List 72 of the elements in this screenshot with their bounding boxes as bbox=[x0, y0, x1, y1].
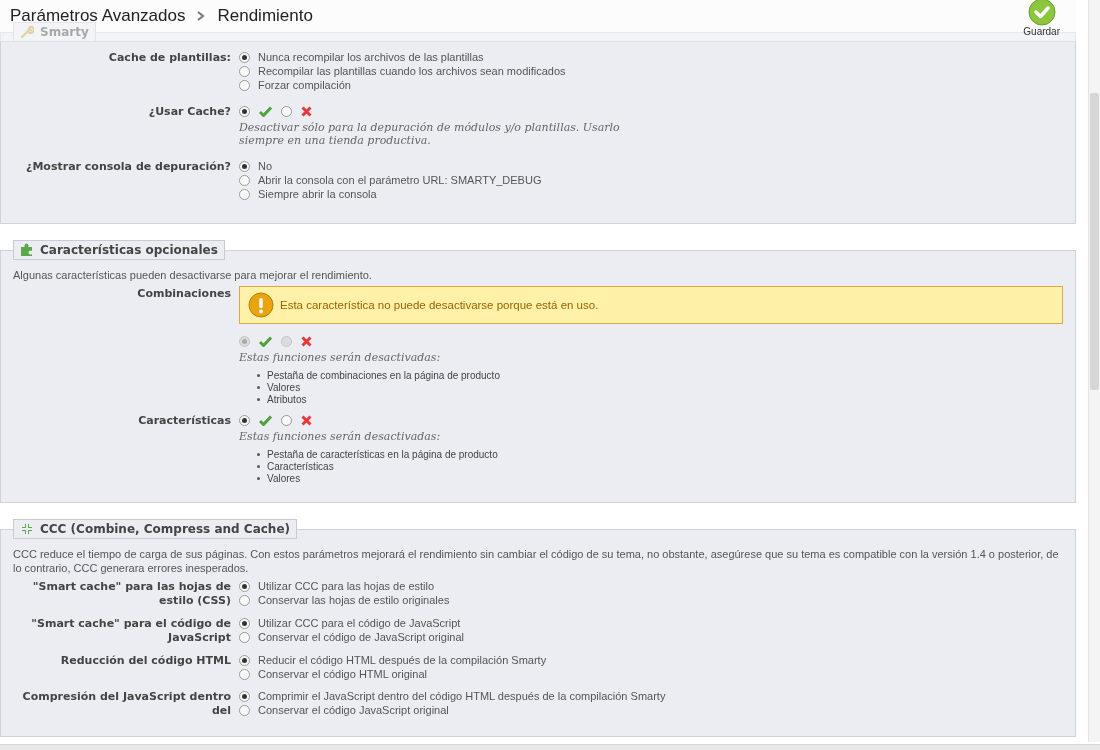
radio-button[interactable] bbox=[239, 414, 250, 426]
radio-button[interactable] bbox=[239, 65, 250, 77]
field-label: Compresión del JavaScript dentro del bbox=[21, 689, 231, 718]
radio-button[interactable] bbox=[281, 105, 292, 117]
warning-text: Esta característica no puede desactivarse porque está en uso. bbox=[280, 299, 599, 311]
radio-button[interactable] bbox=[239, 174, 250, 186]
radio-button[interactable] bbox=[239, 79, 250, 91]
hint-text: Desactivar sólo para la depuración de módulos y/o plantillas. Usarlo siempre en una tienda productiva. bbox=[239, 121, 621, 147]
check-icon bbox=[259, 414, 272, 426]
radio-button[interactable] bbox=[239, 654, 250, 666]
field-label: Reducción del código HTML bbox=[59, 653, 231, 669]
option-label[interactable]: Conservar las hojas de estilo originales bbox=[258, 594, 450, 606]
radio-button[interactable] bbox=[239, 160, 250, 172]
puzzle-icon bbox=[20, 243, 34, 257]
radio-button[interactable] bbox=[239, 594, 250, 606]
cross-icon bbox=[301, 414, 312, 426]
horizontal-scrollbar[interactable] bbox=[0, 744, 1100, 750]
option-label[interactable]: Forzar compilación bbox=[258, 79, 351, 91]
radio-button[interactable] bbox=[239, 631, 250, 643]
panel-title: Smarty bbox=[40, 25, 89, 39]
list-item: Valores bbox=[267, 472, 301, 484]
list-item: Características bbox=[267, 460, 334, 472]
panel-title: CCC (Combine, Compress and Cache) bbox=[40, 522, 290, 536]
field-label: ¿Mostrar consola de depuración? bbox=[25, 159, 231, 175]
cross-icon bbox=[301, 105, 312, 117]
option-label[interactable]: Utilizar CCC para las hojas de estilo bbox=[258, 580, 435, 592]
field-label: "Smart cache" para las hojas de estilo (CSS) bbox=[31, 579, 231, 608]
cross-icon bbox=[301, 335, 312, 347]
option-label[interactable]: Conservar el código de JavaScript original bbox=[258, 631, 465, 643]
radio-button[interactable] bbox=[239, 668, 250, 680]
save-button[interactable]: Guardar bbox=[1023, 0, 1060, 37]
panel-description: CCC reduce el tiempo de carga de sus páginas. Con estos parámetros mejorará el rendimiento sin cambiar el código de su tema, no obstante, asegúrese que su tema es compatible con la versión 1.4 o posterior, de lo contrario, CCC generara errores inesperados. bbox=[13, 547, 1060, 575]
option-label[interactable]: Utilizar CCC para el código de JavaScript bbox=[258, 617, 461, 629]
radio-button[interactable] bbox=[239, 580, 250, 592]
check-icon bbox=[259, 105, 272, 117]
radio-button[interactable] bbox=[239, 690, 250, 702]
option-label[interactable]: Nunca recompilar los archivos de las plantillas bbox=[258, 51, 484, 63]
option-label[interactable]: Recompilar las plantillas cuando los archivos sean modificados bbox=[258, 65, 566, 77]
checkmark-icon bbox=[1027, 0, 1056, 26]
option-label[interactable]: No bbox=[258, 160, 273, 172]
field-label: "Smart cache" para el código de JavaScript bbox=[30, 616, 231, 645]
chevron-right-icon bbox=[197, 10, 206, 21]
radio-button[interactable] bbox=[239, 188, 250, 200]
radio-button[interactable] bbox=[239, 51, 250, 63]
hint-text: Estas funciones serán desactivadas: bbox=[239, 430, 442, 443]
warning-icon bbox=[248, 292, 274, 318]
field-label: ¿Usar Cache? bbox=[147, 104, 231, 120]
radio-button[interactable] bbox=[239, 105, 250, 117]
check-icon bbox=[259, 335, 272, 347]
panel-description: Algunas características pueden desactivarse para mejorar el rendimiento. bbox=[13, 268, 373, 282]
list-item: Valores bbox=[267, 381, 301, 393]
option-label[interactable]: Conservar el código HTML original bbox=[258, 668, 427, 680]
option-label[interactable]: Reducir el código HTML después de la compilación Smarty bbox=[258, 654, 547, 666]
option-label[interactable]: Siempre abrir la consola bbox=[258, 188, 377, 200]
field-label: Cache de plantillas: bbox=[107, 50, 231, 66]
arrows-icon bbox=[20, 522, 34, 536]
radio-button[interactable] bbox=[281, 414, 292, 426]
list-item: Pestaña de combinaciones en la página de producto bbox=[267, 369, 500, 381]
list-item: Pestaña de características en la página de producto bbox=[267, 448, 498, 460]
option-label[interactable]: Conservar el código JavaScript original bbox=[258, 704, 449, 716]
radio-button[interactable] bbox=[239, 704, 250, 716]
breadcrumb-item[interactable]: Parámetros Avanzados bbox=[10, 5, 186, 26]
option-label[interactable]: Abrir la consola con el parámetro URL: SMARTY_DEBUG bbox=[258, 174, 542, 186]
field-label: Combinaciones bbox=[136, 286, 231, 302]
list-item: Atributos bbox=[267, 393, 307, 405]
field-label: Características bbox=[137, 413, 231, 429]
scrollbar[interactable] bbox=[1088, 0, 1100, 742]
hint-text: Estas funciones serán desactivadas: bbox=[239, 351, 442, 364]
radio-button[interactable] bbox=[239, 617, 250, 629]
breadcrumb-item: Rendimiento bbox=[217, 5, 313, 26]
option-label[interactable]: Comprimir el JavaScript dentro del código HTML después de la compilación Smarty bbox=[258, 690, 666, 702]
panel-title: Características opcionales bbox=[40, 243, 218, 257]
